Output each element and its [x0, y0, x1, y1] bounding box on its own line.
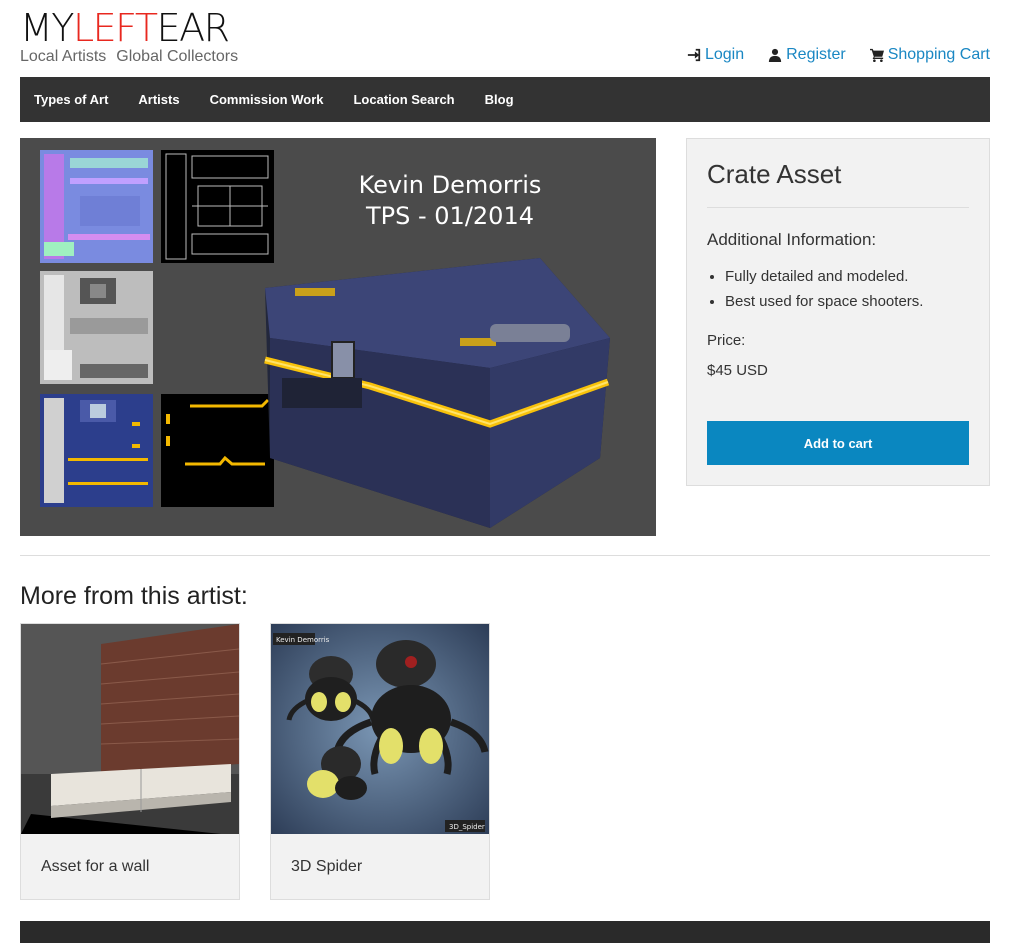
- product-image: Kevin Demorris TPS - 01/2014: [20, 138, 656, 536]
- nav-location-search[interactable]: Location Search: [353, 92, 454, 107]
- info-item: Fully detailed and modeled.: [725, 264, 969, 289]
- card-caption: Asset for a wall: [41, 858, 150, 875]
- user-icon: [769, 48, 782, 62]
- hero-artist-name: Kevin Demorris: [358, 171, 542, 199]
- normal-map-texture: [40, 150, 153, 263]
- artwork-card[interactable]: Asset for a wall: [20, 623, 240, 900]
- cart-label: Shopping Cart: [887, 46, 990, 63]
- thumb-artist-label: Kevin Demorris: [276, 636, 330, 644]
- logo-wordmark: MYLEFTEAR: [20, 6, 230, 50]
- uv-wireframe-texture: [161, 150, 274, 263]
- nav-artists[interactable]: Artists: [138, 92, 179, 107]
- hero-date: TPS - 01/2014: [366, 202, 534, 230]
- artwork-card[interactable]: Kevin Demorris 3D_Spider 3D Spider: [270, 623, 490, 900]
- wall-asset-thumbnail: [21, 624, 239, 834]
- price-value: $45 USD: [707, 362, 768, 379]
- thumb-title-label: 3D_Spider: [449, 823, 485, 831]
- spider-thumbnail: Kevin Demorris 3D_Spider: [271, 624, 489, 834]
- site-footer: [20, 921, 990, 943]
- info-list: Fully detailed and modeled. Best used fo…: [707, 264, 969, 314]
- add-to-cart-button[interactable]: Add to cart: [707, 421, 969, 465]
- account-nav: Login Register Shopping Cart: [687, 46, 990, 64]
- logo-tagline: Local Artists Global Collectors: [20, 48, 239, 65]
- section-divider: [20, 555, 990, 556]
- price-label: Price:: [707, 332, 746, 349]
- nav-commission-work[interactable]: Commission Work: [210, 92, 324, 107]
- product-info-panel: Crate Asset Additional Information: Full…: [686, 138, 990, 486]
- diffuse-texture: [40, 394, 153, 507]
- register-link[interactable]: Register: [768, 46, 846, 64]
- info-heading: Additional Information:: [707, 230, 877, 249]
- main-nav: Types of Art Artists Commission Work Loc…: [20, 77, 990, 122]
- glow-map-texture: [161, 394, 274, 507]
- product-title: Crate Asset: [707, 159, 969, 208]
- site-logo[interactable]: MYLEFTEAR Local Artists Global Collectors: [20, 8, 238, 66]
- info-item: Best used for space shooters.: [725, 289, 969, 314]
- sign-in-icon: [687, 48, 701, 62]
- more-from-artist-heading: More from this artist:: [20, 582, 248, 610]
- shopping-cart-link[interactable]: Shopping Cart: [869, 46, 990, 64]
- hero-caption: Kevin Demorris TPS - 01/2014: [320, 170, 580, 232]
- card-caption: 3D Spider: [291, 858, 363, 875]
- register-label: Register: [786, 46, 846, 63]
- login-label: Login: [704, 46, 745, 63]
- nav-blog[interactable]: Blog: [485, 92, 514, 107]
- specular-texture: [40, 271, 153, 384]
- shopping-cart-icon: [869, 48, 884, 62]
- nav-types-of-art[interactable]: Types of Art: [34, 92, 108, 107]
- login-link[interactable]: Login: [687, 46, 744, 64]
